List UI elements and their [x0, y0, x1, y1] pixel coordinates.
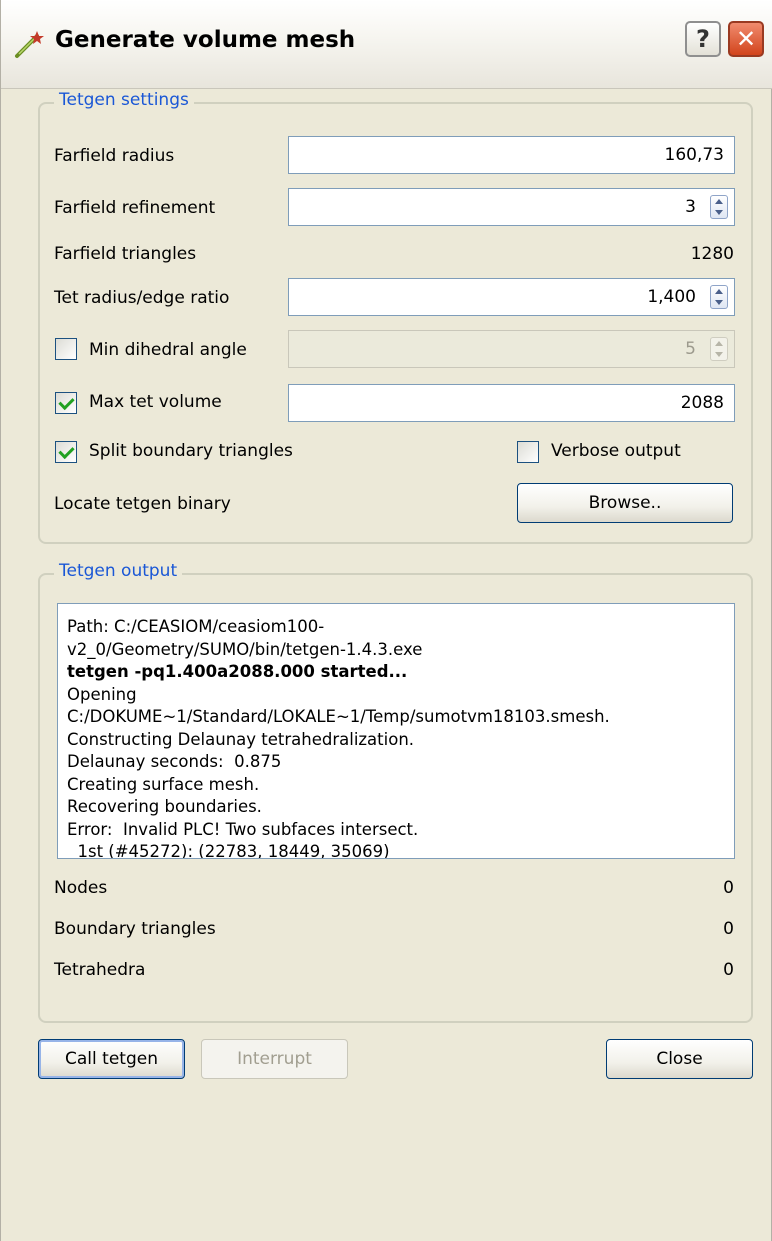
farfield-refinement-spinbox[interactable]: 3 [288, 188, 735, 226]
split-boundary-triangles-label: Split boundary triangles [89, 441, 293, 461]
spin-arrows-icon[interactable] [710, 195, 728, 219]
verbose-output-label: Verbose output [551, 441, 681, 461]
mesh-wand-icon [15, 31, 44, 58]
dialog-window: Generate volume mesh ? ✕ Tetgen settings… [0, 0, 772, 1241]
nodes-label: Nodes [54, 878, 108, 898]
tetrahedra-value: 0 [723, 960, 734, 980]
log-line: 1st (#45272): (22783, 18449, 35069) [67, 842, 390, 859]
window-close-button[interactable]: ✕ [728, 21, 764, 57]
log-line: Delaunay seconds: 0.875 [67, 752, 282, 771]
call-tetgen-button[interactable]: Call tetgen [38, 1039, 185, 1079]
farfield-refinement-value: 3 [685, 197, 696, 217]
farfield-refinement-label: Farfield refinement [54, 198, 216, 218]
min-dihedral-angle-value: 5 [685, 339, 696, 359]
tet-radius-edge-ratio-spinbox[interactable]: 1,400 [288, 278, 735, 316]
verbose-output-checkbox[interactable] [517, 441, 539, 463]
boundary-triangles-value: 0 [723, 919, 734, 939]
boundary-triangles-label: Boundary triangles [54, 919, 216, 939]
max-tet-volume-label: Max tet volume [89, 392, 222, 412]
farfield-radius-value: 160,73 [664, 145, 724, 165]
title-bar[interactable]: Generate volume mesh ? ✕ [1, 0, 772, 89]
log-line: v2_0/Geometry/SUMO/bin/tetgen-1.4.3.exe [67, 639, 423, 659]
log-line: Path: C:/CEASIOM/ceasiom100- [67, 617, 325, 636]
log-line: Constructing Delaunay tetrahedralization… [67, 729, 415, 749]
tetgen-settings-title: Tetgen settings [54, 90, 194, 110]
nodes-value: 0 [723, 878, 734, 898]
log-line: Recovering boundaries. [67, 797, 262, 816]
help-button[interactable]: ? [685, 21, 721, 57]
farfield-triangles-value: 1280 [690, 244, 734, 264]
browse-button[interactable]: Browse.. [517, 483, 733, 523]
close-icon: ✕ [735, 25, 757, 53]
question-icon: ? [696, 25, 710, 53]
tet-radius-edge-ratio-value: 1,400 [647, 287, 696, 307]
spin-arrows-icon[interactable] [710, 285, 728, 309]
close-button[interactable]: Close [606, 1039, 753, 1079]
min-dihedral-angle-spinbox[interactable]: 5 [288, 330, 735, 368]
min-dihedral-angle-checkbox[interactable] [55, 338, 77, 360]
locate-tetgen-binary-label: Locate tetgen binary [54, 494, 231, 514]
tetrahedra-label: Tetrahedra [54, 960, 146, 980]
farfield-radius-input[interactable]: 160,73 [288, 136, 735, 174]
log-line: Error: Invalid PLC! Two subfaces interse… [67, 819, 419, 839]
max-tet-volume-checkbox[interactable] [55, 392, 77, 414]
log-line: C:/DOKUME~1/Standard/LOKALE~1/Temp/sumot… [67, 707, 610, 726]
max-tet-volume-input[interactable]: 2088 [288, 384, 735, 422]
spin-arrows-icon [710, 337, 728, 361]
farfield-triangles-label: Farfield triangles [54, 244, 197, 264]
interrupt-button[interactable]: Interrupt [201, 1039, 348, 1079]
window-title: Generate volume mesh [55, 27, 356, 53]
tet-radius-edge-ratio-label: Tet radius/edge ratio [54, 288, 230, 308]
farfield-radius-label: Farfield radius [54, 146, 175, 166]
max-tet-volume-value: 2088 [680, 393, 724, 413]
tetgen-log-textarea[interactable]: Path: C:/CEASIOM/ceasiom100- v2_0/Geometr… [57, 603, 735, 859]
min-dihedral-angle-label: Min dihedral angle [89, 340, 247, 360]
log-line: Creating surface mesh. [67, 774, 260, 794]
log-line: Opening [67, 684, 137, 704]
log-line: tetgen -pq1.400a2088.000 started... [67, 662, 408, 681]
split-boundary-triangles-checkbox[interactable] [55, 441, 77, 463]
